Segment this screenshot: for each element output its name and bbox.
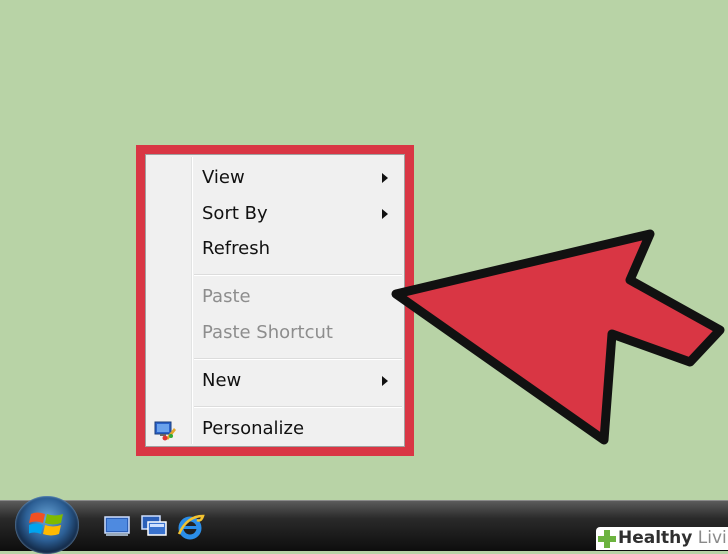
personalize-icon bbox=[154, 421, 178, 441]
internet-explorer-icon[interactable] bbox=[177, 514, 205, 540]
submenu-arrow-icon bbox=[382, 376, 388, 386]
start-button[interactable] bbox=[15, 496, 79, 554]
show-desktop-icon[interactable] bbox=[104, 514, 130, 538]
switch-windows-icon[interactable] bbox=[141, 514, 167, 538]
watermark-logo: Healthy Living bbox=[596, 527, 728, 550]
menu-item-label: Paste bbox=[202, 286, 251, 307]
health-cross-icon bbox=[598, 530, 616, 548]
menu-separator bbox=[194, 274, 402, 276]
menu-separator bbox=[194, 358, 402, 360]
desktop-context-menu: View Sort By Refresh Paste Paste Shortcu… bbox=[145, 154, 405, 447]
menu-item-paste-shortcut[interactable]: Paste Shortcut bbox=[146, 318, 404, 348]
submenu-arrow-icon bbox=[382, 173, 388, 183]
menu-item-label: Personalize bbox=[202, 418, 305, 439]
watermark-brand-bold: Healthy bbox=[618, 528, 693, 548]
red-pointer-arrow-icon bbox=[391, 229, 725, 445]
menu-item-label: View bbox=[202, 167, 245, 188]
menu-highlight-box: View Sort By Refresh Paste Paste Shortcu… bbox=[136, 145, 414, 456]
menu-item-label: New bbox=[202, 370, 242, 391]
watermark-brand-light: Living bbox=[697, 528, 728, 548]
menu-item-sort-by[interactable]: Sort By bbox=[146, 199, 404, 229]
windows-logo-icon bbox=[29, 512, 63, 536]
menu-item-new[interactable]: New bbox=[146, 366, 404, 396]
menu-item-view[interactable]: View bbox=[146, 163, 404, 193]
menu-item-label: Sort By bbox=[202, 203, 268, 224]
menu-item-label: Refresh bbox=[202, 238, 270, 259]
menu-item-label: Paste Shortcut bbox=[202, 322, 333, 343]
menu-item-personalize[interactable]: Personalize bbox=[146, 414, 404, 444]
watermark-text: Healthy Living bbox=[618, 528, 728, 548]
menu-separator bbox=[194, 406, 402, 408]
menu-item-refresh[interactable]: Refresh bbox=[146, 234, 404, 264]
menu-item-paste[interactable]: Paste bbox=[146, 282, 404, 312]
submenu-arrow-icon bbox=[382, 209, 388, 219]
